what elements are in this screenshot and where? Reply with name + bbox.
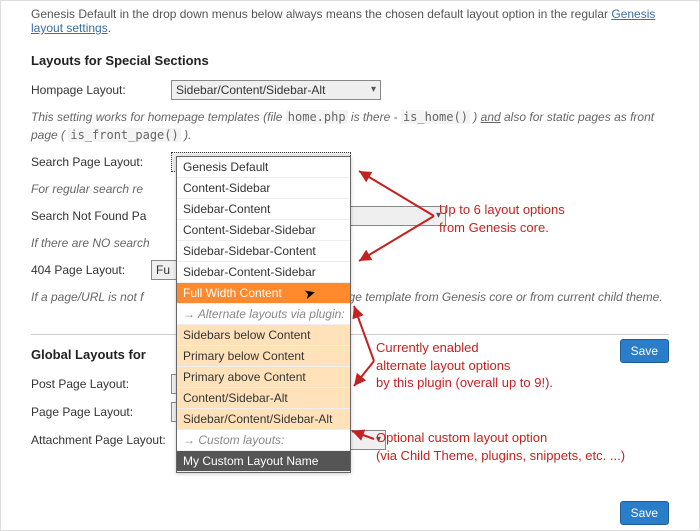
opt-genesis-default[interactable]: Genesis Default	[177, 157, 350, 178]
homepage-note: This setting works for homepage template…	[31, 108, 669, 144]
opt-content-sidebar[interactable]: Content-Sidebar	[177, 178, 350, 199]
opt-content-sidebar-sidebar[interactable]: Content-Sidebar-Sidebar	[177, 220, 350, 241]
intro-text: Genesis Default in the drop down menus b…	[31, 1, 669, 35]
opt-content-sidebar-alt[interactable]: Content/Sidebar-Alt	[177, 388, 350, 409]
post-page-layout-label: Post Page Layout:	[31, 377, 171, 391]
opt-sidebar-sidebar-content[interactable]: Sidebar-Sidebar-Content	[177, 241, 350, 262]
opt-cat-custom: → Custom layouts:	[177, 430, 350, 451]
anno-alternate-layouts: Currently enabled alternate layout optio…	[376, 339, 636, 392]
opt-sidebar-content-sidebar[interactable]: Sidebar-Content-Sidebar	[177, 262, 350, 283]
anno-core-layouts: Up to 6 layout options from Genesis core…	[439, 201, 699, 236]
homepage-layout-label: Hompage Layout:	[31, 83, 171, 97]
404-layout-label: 404 Page Layout:	[31, 263, 151, 277]
opt-primary-above[interactable]: Primary above Content	[177, 367, 350, 388]
opt-sidebars-below[interactable]: Sidebars below Content	[177, 325, 350, 346]
opt-primary-below[interactable]: Primary below Content	[177, 346, 350, 367]
search-page-dropdown-list[interactable]: Genesis Default Content-Sidebar Sidebar-…	[176, 156, 351, 473]
opt-full-width-content[interactable]: Full Width Content➤	[177, 283, 350, 304]
opt-cat-alternate: → Alternate layouts via plugin:	[177, 304, 350, 325]
opt-custom-layout[interactable]: My Custom Layout Name	[177, 451, 350, 472]
section-special-title: Layouts for Special Sections	[31, 53, 669, 68]
opt-sidebar-content[interactable]: Sidebar-Content	[177, 199, 350, 220]
save-button-2[interactable]: Save	[620, 501, 669, 525]
opt-sidebar-content-sidebar-alt[interactable]: Sidebar/Content/Sidebar-Alt	[177, 409, 350, 430]
search-page-layout-label: Search Page Layout:	[31, 155, 171, 169]
homepage-layout-select[interactable]: Sidebar/Content/Sidebar-Alt	[171, 80, 381, 100]
cursor-icon: ➤	[302, 284, 318, 303]
anno-custom-layout: Optional custom layout option (via Child…	[376, 429, 636, 464]
page-page-layout-label: Page Page Layout:	[31, 405, 171, 419]
